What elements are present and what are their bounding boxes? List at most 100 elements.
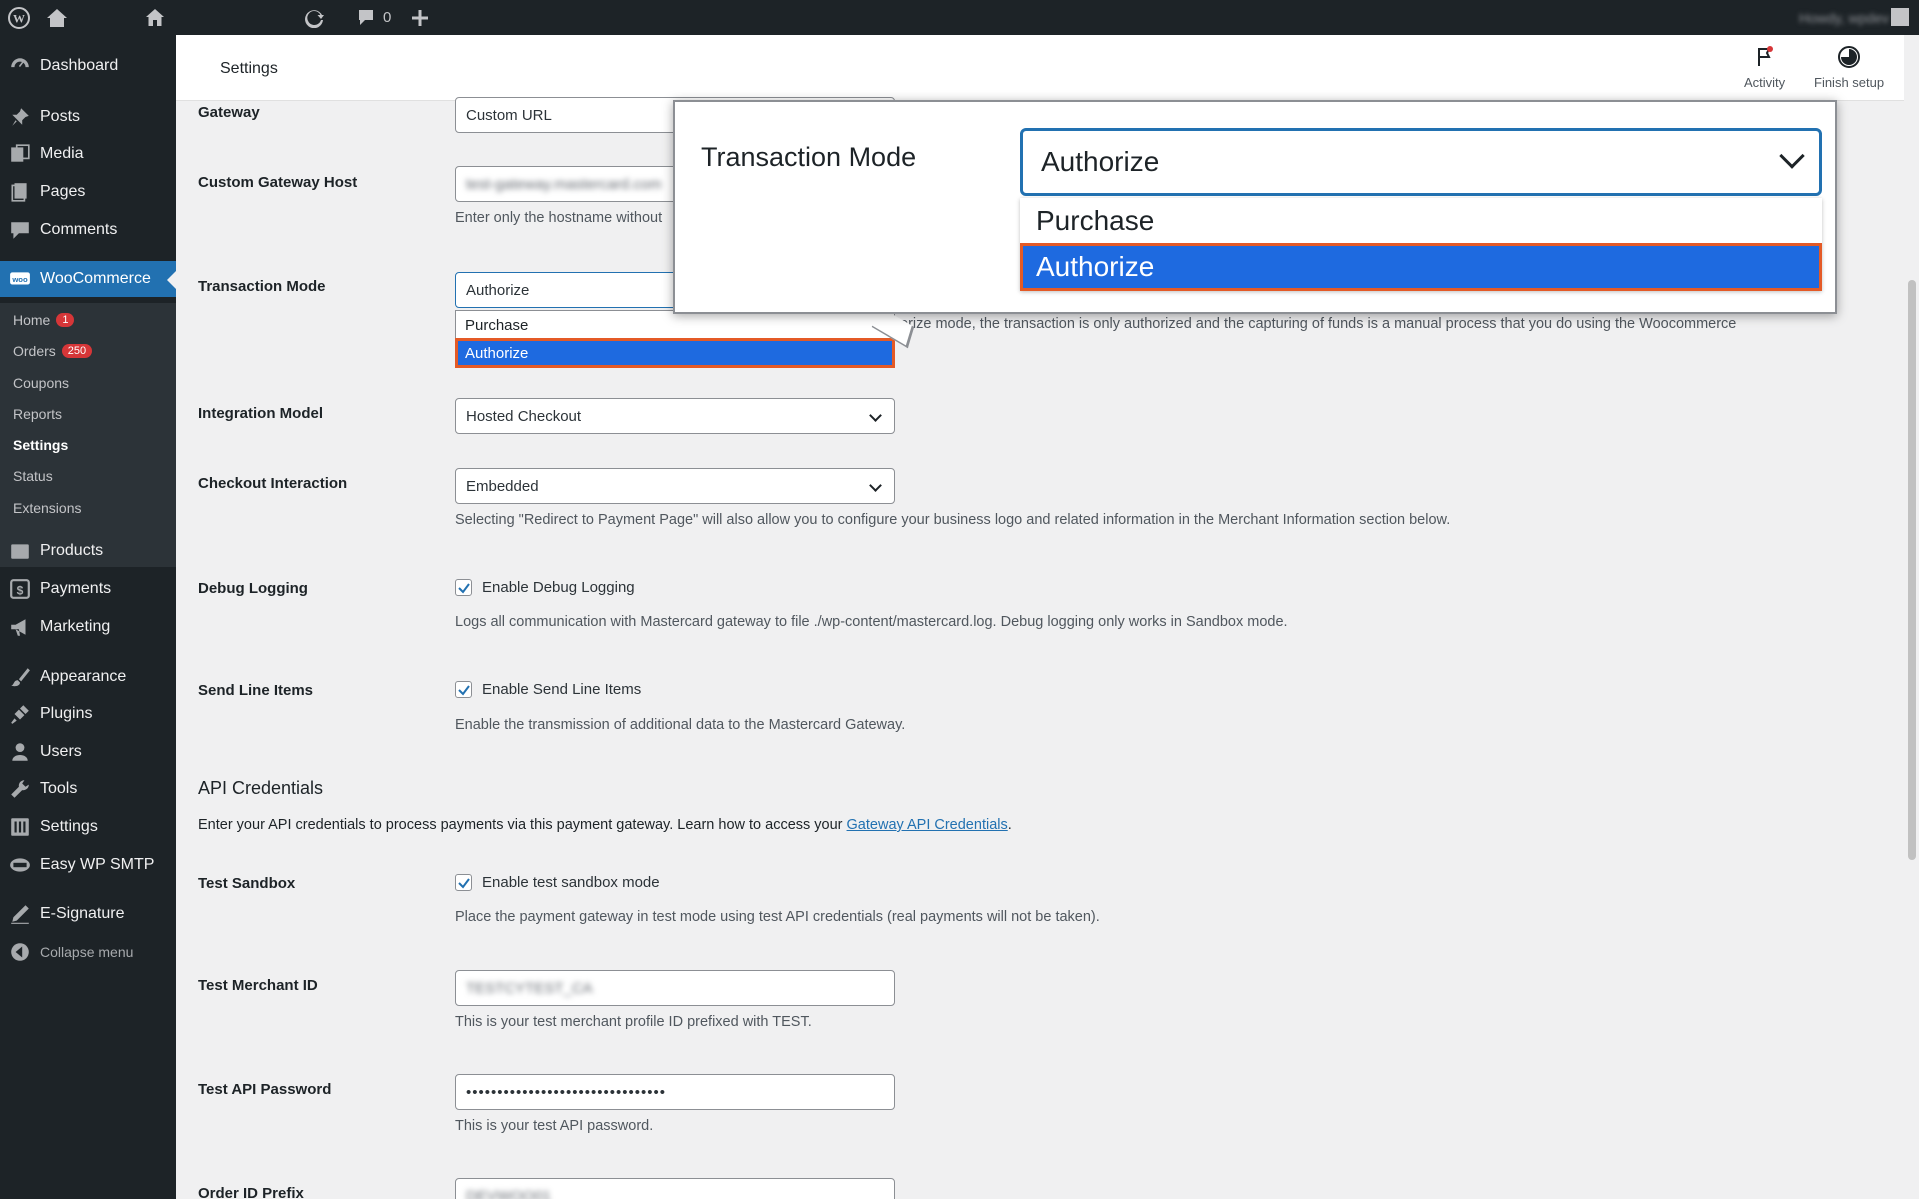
checkbox-checked[interactable] [455, 681, 472, 698]
sidebar-item-label: Media [40, 145, 84, 162]
submenu-coupons[interactable]: Coupons [13, 375, 69, 391]
sidebar-item-posts[interactable]: Posts [0, 99, 176, 135]
debug-logging-checkbox[interactable]: Enable Debug Logging [455, 579, 635, 596]
sidebar-item-comments[interactable]: Comments [0, 212, 176, 248]
api-credentials-desc-suffix: . [1007, 817, 1012, 833]
order-id-prefix-input[interactable]: DEVWOO01 [455, 1178, 895, 1199]
dashboard-icon [0, 55, 40, 77]
checkbox-checked[interactable] [455, 874, 472, 891]
transaction-mode-dropdown: Purchase Authorize [455, 310, 895, 368]
checkbox-checked[interactable] [455, 579, 472, 596]
sidebar-item-label: Collapse menu [40, 944, 134, 960]
submenu-status[interactable]: Status [13, 468, 53, 484]
sidebar-item-label: Settings [40, 818, 98, 835]
megaphone-icon [0, 616, 40, 638]
option-purchase[interactable]: Purchase [456, 311, 894, 339]
sidebar-item-users[interactable]: Users [0, 734, 176, 770]
submenu-extensions[interactable]: Extensions [13, 500, 81, 516]
checkmark-icon [457, 684, 470, 696]
checkout-interaction-select[interactable]: Embedded [455, 468, 895, 504]
site-home-icon[interactable] [145, 0, 165, 35]
zoom-dropdown-list: Purchase Authorize [1020, 198, 1822, 291]
sidebar-item-woocommerce[interactable]: woo WooCommerce [0, 261, 176, 297]
zoom-option-purchase[interactable]: Purchase [1020, 198, 1822, 243]
sidebar-item-plugins[interactable]: Plugins [0, 696, 176, 732]
order-id-prefix-value: DEVWOO01 [466, 1187, 552, 1199]
test-api-password-desc: This is your test API password. [455, 1118, 654, 1134]
comment-count: 0 [383, 9, 392, 26]
submenu-settings[interactable]: Settings [13, 437, 68, 453]
submenu-home[interactable]: Home 1 [13, 312, 75, 328]
test-merchant-id-input[interactable]: TESTCYTEST_CA [455, 970, 895, 1006]
sidebar-item-settings[interactable]: Settings [0, 809, 176, 845]
collapse-icon [0, 941, 40, 963]
progress-ring-icon [1838, 46, 1861, 68]
sidebar-item-label: WooCommerce [40, 270, 151, 287]
test-merchant-id-value: TESTCYTEST_CA [466, 979, 593, 997]
sidebar-item-label: Marketing [40, 618, 111, 635]
settings-icon [0, 816, 40, 838]
sidebar-item-label: Pages [40, 183, 86, 200]
send-line-items-desc: Enable the transmission of additional da… [455, 717, 906, 733]
gateway-value: Custom URL [466, 106, 552, 124]
scrollbar-thumb[interactable] [1908, 280, 1916, 860]
sidebar-item-pages[interactable]: Pages [0, 174, 176, 210]
chevron-down-icon [1779, 143, 1805, 169]
comments-link[interactable]: 0 [357, 0, 391, 35]
send-line-items-label: Send Line Items [198, 682, 314, 699]
smtp-icon [0, 854, 40, 876]
submenu-orders[interactable]: Orders 250 [13, 343, 93, 359]
zoom-select-value: Authorize [1041, 146, 1160, 177]
sidebar-item-marketing[interactable]: Marketing [0, 609, 176, 645]
gateway-api-credentials-link[interactable]: Gateway API Credentials [847, 817, 1008, 833]
sidebar-item-products[interactable]: Products [0, 533, 176, 569]
wordpress-logo-icon[interactable]: W [8, 0, 30, 35]
comments-icon [0, 219, 40, 241]
send-line-items-checkbox[interactable]: Enable Send Line Items [455, 681, 641, 698]
woocommerce-header: Settings Activity Finish setup [176, 35, 1904, 101]
submenu-label: Home [13, 312, 51, 328]
sidebar-item-media[interactable]: Media [0, 136, 176, 172]
admin-sidebar: Dashboard Posts Media Pages Comments woo… [0, 35, 176, 1199]
integration-model-label: Integration Model [198, 405, 323, 422]
my-sites-icon[interactable] [46, 0, 68, 35]
sidebar-item-easy-wp-smtp[interactable]: Easy WP SMTP [0, 847, 176, 883]
page-scrollbar[interactable] [1904, 35, 1919, 1199]
zoom-transaction-mode-title: Transaction Mode [701, 142, 917, 172]
api-credentials-desc-text: Enter your API credentials to process pa… [198, 817, 847, 833]
integration-model-select[interactable]: Hosted Checkout [455, 398, 895, 434]
sidebar-item-e-signature[interactable]: E-Signature [0, 896, 176, 932]
updates-icon[interactable] [304, 0, 324, 35]
wrench-icon [0, 778, 40, 800]
orders-badge: 250 [61, 344, 93, 358]
transaction-mode-label: Transaction Mode [198, 278, 326, 295]
zoom-callout: Transaction Mode Authorize Purchase Auth… [673, 100, 1837, 314]
sidebar-item-tools[interactable]: Tools [0, 771, 176, 807]
sidebar-item-appearance[interactable]: Appearance [0, 659, 176, 695]
collapse-menu-button[interactable]: Collapse menu [0, 934, 176, 970]
api-credentials-title: API Credentials [198, 778, 324, 798]
comment-bubble-icon [359, 10, 373, 25]
new-content-icon[interactable] [412, 0, 428, 35]
sidebar-item-dashboard[interactable]: Dashboard [0, 48, 176, 84]
zoom-option-authorize[interactable]: Authorize [1020, 243, 1822, 291]
test-api-password-input[interactable]: •••••••••••••••••••••••••••••••• [455, 1074, 895, 1110]
send-line-items-check-label: Enable Send Line Items [482, 681, 642, 698]
avatar[interactable] [1891, 8, 1909, 26]
zoom-transaction-mode-select[interactable]: Authorize [1020, 128, 1822, 196]
sidebar-item-label: E-Signature [40, 905, 125, 922]
page-title: Settings [220, 60, 278, 77]
payments-icon: $ [0, 578, 40, 600]
sidebar-item-label: Users [40, 743, 82, 760]
sidebar-item-payments[interactable]: $ Payments [0, 571, 176, 607]
submenu-reports[interactable]: Reports [13, 406, 62, 422]
test-sandbox-checkbox[interactable]: Enable test sandbox mode [455, 874, 660, 891]
custom-gateway-host-value: test-gateway.mastercard.com [466, 175, 662, 193]
finish-setup-button[interactable]: Finish setup [1814, 45, 1884, 90]
howdy-user[interactable]: Howdy, wpdev [1799, 0, 1889, 35]
api-credentials-desc: Enter your API credentials to process pa… [198, 817, 1012, 833]
option-authorize[interactable]: Authorize [455, 338, 895, 368]
sidebar-item-label: Appearance [40, 668, 127, 685]
activity-button[interactable]: Activity [1744, 45, 1785, 90]
checkmark-icon [457, 877, 470, 889]
